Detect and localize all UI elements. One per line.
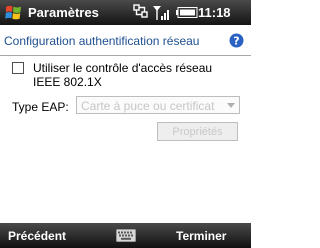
eap-type-label: Type EAP:: [12, 100, 69, 114]
page-title: Configuration authentification réseau: [4, 34, 200, 48]
properties-button-label: Propriétés: [172, 126, 223, 138]
ieee-8021x-checkbox[interactable]: [12, 62, 24, 74]
finish-softkey[interactable]: Terminer: [176, 229, 226, 243]
app-title: Paramètres: [28, 5, 99, 20]
properties-button[interactable]: Propriétés: [157, 122, 238, 141]
keyboard-icon[interactable]: [116, 229, 136, 242]
battery-icon[interactable]: [176, 7, 198, 18]
ieee-8021x-label[interactable]: Utiliser le contrôle d'accès réseau IEEE…: [33, 61, 233, 89]
connectivity-icon[interactable]: [132, 3, 150, 21]
svg-text:?: ?: [233, 35, 239, 48]
clock[interactable]: 11:18: [198, 5, 231, 20]
title-bar: Paramètres 11:18: [0, 0, 251, 25]
chevron-down-icon: [227, 103, 235, 108]
previous-softkey[interactable]: Précédent: [8, 229, 66, 243]
windows-start-icon[interactable]: [4, 3, 23, 22]
eap-type-value: Carte à puce ou certificat: [81, 99, 215, 113]
signal-icon[interactable]: [152, 4, 172, 22]
page-header: Configuration authentification réseau ?: [0, 25, 251, 56]
help-icon[interactable]: ?: [229, 33, 244, 48]
eap-type-select[interactable]: Carte à puce ou certificat: [76, 96, 240, 114]
softkey-bar: Précédent Terminer: [0, 223, 251, 248]
